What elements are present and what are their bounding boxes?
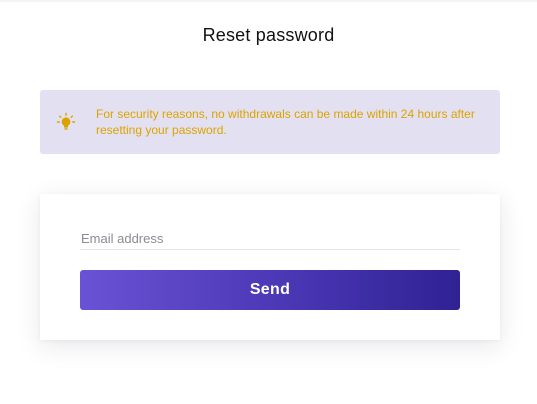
email-input[interactable] [80, 228, 460, 250]
reset-form-card: Send [40, 194, 500, 340]
lightbulb-icon [56, 112, 76, 132]
security-notice-text: For security reasons, no withdrawals can… [96, 107, 475, 137]
send-button[interactable]: Send [80, 270, 460, 310]
reset-password-page: Reset password For security reasons, no … [0, 0, 537, 404]
page-title: Reset password [202, 25, 335, 45]
security-notice: For security reasons, no withdrawals can… [40, 90, 500, 154]
top-divider [0, 0, 537, 2]
